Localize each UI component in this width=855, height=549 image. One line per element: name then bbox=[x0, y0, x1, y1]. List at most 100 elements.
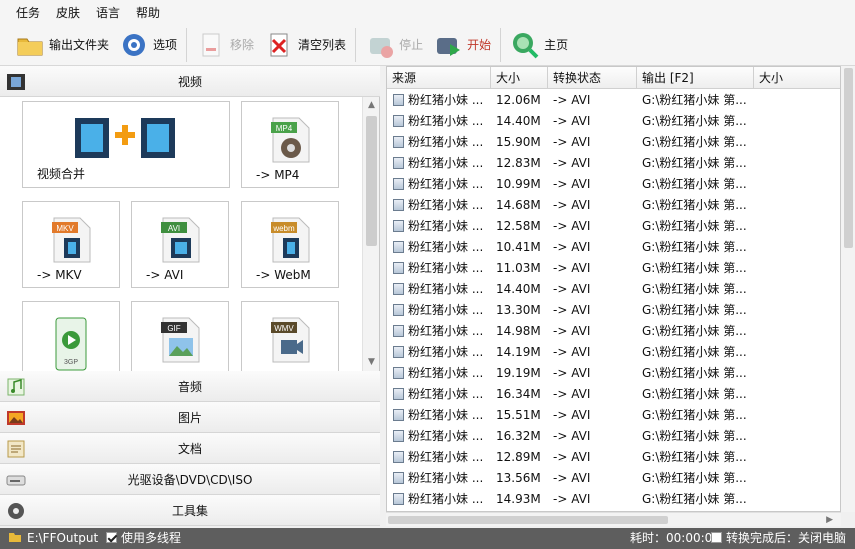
category-video-header[interactable]: 视频 bbox=[0, 66, 380, 97]
multithread-checkbox[interactable] bbox=[106, 532, 117, 543]
menu-help[interactable]: 帮助 bbox=[128, 4, 168, 21]
tiles-scrollbar[interactable]: ▲ ▼ bbox=[362, 97, 379, 371]
scroll-up-arrow-icon[interactable]: ▲ bbox=[363, 97, 380, 114]
category-video-label: 视频 bbox=[177, 74, 202, 89]
output-folder-label: 输出文件夹 bbox=[49, 38, 110, 52]
table-hscroll-thumb[interactable] bbox=[388, 516, 668, 524]
tile-video-merge[interactable]: 视频合并 bbox=[22, 101, 230, 188]
scroll-thumb[interactable] bbox=[366, 116, 377, 246]
tile-webm[interactable]: webm -> WebM bbox=[241, 201, 339, 288]
category-document-header[interactable]: 文档 bbox=[0, 433, 380, 464]
tile-3gp[interactable]: 3GP bbox=[22, 301, 120, 371]
menu-task[interactable]: 任务 bbox=[8, 4, 48, 21]
table-row[interactable]: 粉红猪小妹 ... 12.58M -> AVI G:\粉红猪小妹 第... bbox=[387, 216, 840, 237]
cell-status: -> AVI bbox=[553, 261, 591, 275]
tile-mkv-label: -> MKV bbox=[37, 268, 82, 282]
multithread-option[interactable]: 使用多线程 bbox=[106, 528, 181, 549]
stop-button[interactable]: 停止 bbox=[360, 27, 428, 63]
cell-output: G:\粉红猪小妹 第... bbox=[642, 282, 747, 296]
cell-source: 粉红猪小妹 ... bbox=[393, 321, 491, 342]
column-status[interactable]: 转换状态 bbox=[548, 67, 637, 89]
table-row[interactable]: 粉红猪小妹 ... 15.90M -> AVI G:\粉红猪小妹 第... bbox=[387, 132, 840, 153]
remove-button[interactable]: 移除 bbox=[191, 27, 259, 63]
scroll-down-arrow-icon[interactable]: ▼ bbox=[363, 354, 380, 371]
table-row[interactable]: 粉红猪小妹 ... 14.19M -> AVI G:\粉红猪小妹 第... bbox=[387, 342, 840, 363]
cell-status: -> AVI bbox=[553, 303, 591, 317]
webm-file-icon: webm bbox=[271, 217, 310, 263]
column-source[interactable]: 来源 bbox=[387, 67, 491, 89]
table-row[interactable]: 粉红猪小妹 ... 14.98M -> AVI G:\粉红猪小妹 第... bbox=[387, 321, 840, 342]
table-row[interactable]: 粉红猪小妹 ... 16.32M -> AVI G:\粉红猪小妹 第... bbox=[387, 426, 840, 447]
avi-file-icon: AVI bbox=[161, 217, 200, 263]
tile-avi[interactable]: AVI -> AVI bbox=[131, 201, 229, 288]
table-scroll-thumb[interactable] bbox=[844, 68, 853, 248]
avi-badge: AVI bbox=[168, 224, 180, 233]
cell-size: 15.90M bbox=[496, 135, 541, 149]
cell-output: G:\粉红猪小妹 第... bbox=[642, 156, 747, 170]
video-file-icon bbox=[393, 283, 404, 295]
category-tools-header[interactable]: 工具集 bbox=[0, 495, 380, 526]
format-tiles: 视频合并 MP4 -> MP4 MKV -> MKV AVI -> AVI we… bbox=[0, 97, 362, 371]
output-folder-button[interactable]: 输出文件夹 bbox=[10, 27, 114, 63]
tile-mp4-label: -> MP4 bbox=[256, 168, 300, 182]
source-text: 粉红猪小妹 ... bbox=[408, 324, 484, 338]
cell-source: 粉红猪小妹 ... bbox=[393, 111, 491, 132]
table-row[interactable]: 粉红猪小妹 ... 11.03M -> AVI G:\粉红猪小妹 第... bbox=[387, 258, 840, 279]
table-row[interactable]: 粉红猪小妹 ... 12.83M -> AVI G:\粉红猪小妹 第... bbox=[387, 153, 840, 174]
scroll-right-arrow-icon[interactable]: ▶ bbox=[826, 513, 833, 527]
cell-status: -> AVI bbox=[553, 471, 591, 485]
shutdown-checkbox[interactable] bbox=[711, 532, 722, 543]
table-row[interactable]: 粉红猪小妹 ... 19.19M -> AVI G:\粉红猪小妹 第... bbox=[387, 363, 840, 384]
table-row[interactable]: 粉红猪小妹 ... 12.06M -> AVI G:\粉红猪小妹 第... bbox=[387, 90, 840, 111]
table-row[interactable]: 粉红猪小妹 ... 14.40M -> AVI G:\粉红猪小妹 第... bbox=[387, 279, 840, 300]
column-size[interactable]: 大小 bbox=[491, 67, 548, 89]
output-path[interactable]: E:\FFOutput bbox=[8, 528, 98, 549]
shutdown-label: 转换完成后：关闭电脑 bbox=[726, 531, 847, 545]
cell-size: 14.40M bbox=[496, 282, 541, 296]
mp4-badge: MP4 bbox=[276, 124, 293, 133]
clear-list-button[interactable]: 清空列表 bbox=[259, 27, 351, 63]
multithread-label: 使用多线程 bbox=[121, 531, 182, 545]
cell-size: 14.40M bbox=[496, 114, 541, 128]
video-merge-icon bbox=[75, 118, 175, 158]
shutdown-option[interactable]: 转换完成后：关闭电脑 bbox=[711, 528, 846, 549]
home-button[interactable]: 主页 bbox=[505, 27, 573, 63]
status-bar: E:\FFOutput 使用多线程 耗时：00:00:00 转换完成后：关闭电脑 bbox=[0, 528, 855, 549]
table-row[interactable]: 粉红猪小妹 ... 13.56M -> AVI G:\粉红猪小妹 第... bbox=[387, 468, 840, 489]
options-button[interactable]: 选项 bbox=[114, 27, 182, 63]
table-row[interactable]: 粉红猪小妹 ... 14.40M -> AVI G:\粉红猪小妹 第... bbox=[387, 111, 840, 132]
folder-icon bbox=[17, 38, 43, 55]
table-horizontal-scrollbar[interactable]: ▶ bbox=[386, 512, 841, 526]
table-row[interactable]: 粉红猪小妹 ... 10.41M -> AVI G:\粉红猪小妹 第... bbox=[387, 237, 840, 258]
table-row[interactable]: 粉红猪小妹 ... 13.30M -> AVI G:\粉红猪小妹 第... bbox=[387, 300, 840, 321]
category-image-header[interactable]: 图片 bbox=[0, 402, 380, 433]
table-vertical-scrollbar[interactable] bbox=[841, 66, 855, 512]
table-row[interactable]: 粉红猪小妹 ... 16.34M -> AVI G:\粉红猪小妹 第... bbox=[387, 384, 840, 405]
category-audio-header[interactable]: 音频 bbox=[0, 371, 380, 402]
start-button[interactable]: 开始 bbox=[428, 27, 496, 63]
cell-size: 10.41M bbox=[496, 240, 541, 254]
cell-status: -> AVI bbox=[553, 345, 591, 359]
video-file-icon bbox=[393, 388, 404, 400]
menu-language[interactable]: 语言 bbox=[88, 4, 128, 21]
column-output-size[interactable]: 大小 bbox=[754, 67, 840, 89]
tile-mkv[interactable]: MKV -> MKV bbox=[22, 201, 120, 288]
tile-wmv[interactable]: WMV bbox=[241, 301, 339, 371]
table-row[interactable]: 粉红猪小妹 ... 15.51M -> AVI G:\粉红猪小妹 第... bbox=[387, 405, 840, 426]
tile-mp4[interactable]: MP4 -> MP4 bbox=[241, 101, 339, 188]
category-disc-header[interactable]: 光驱设备\DVD\CD\ISO bbox=[0, 464, 380, 495]
tile-gif[interactable]: GIF bbox=[131, 301, 229, 371]
folder-small-icon bbox=[9, 533, 21, 542]
cell-size: 13.56M bbox=[496, 471, 541, 485]
video-file-icon bbox=[393, 325, 404, 337]
column-output[interactable]: 输出 [F2] bbox=[637, 67, 754, 89]
source-text: 粉红猪小妹 ... bbox=[408, 429, 484, 443]
table-row[interactable]: 粉红猪小妹 ... 14.68M -> AVI G:\粉红猪小妹 第... bbox=[387, 195, 840, 216]
source-text: 粉红猪小妹 ... bbox=[408, 471, 484, 485]
table-row[interactable]: 粉红猪小妹 ... 12.89M -> AVI G:\粉红猪小妹 第... bbox=[387, 447, 840, 468]
cell-source: 粉红猪小妹 ... bbox=[393, 405, 491, 426]
stop-label: 停止 bbox=[399, 38, 424, 52]
menu-skin[interactable]: 皮肤 bbox=[48, 4, 88, 21]
table-row[interactable]: 粉红猪小妹 ... 10.99M -> AVI G:\粉红猪小妹 第... bbox=[387, 174, 840, 195]
table-row[interactable]: 粉红猪小妹 ... 14.93M -> AVI G:\粉红猪小妹 第... bbox=[387, 489, 840, 510]
